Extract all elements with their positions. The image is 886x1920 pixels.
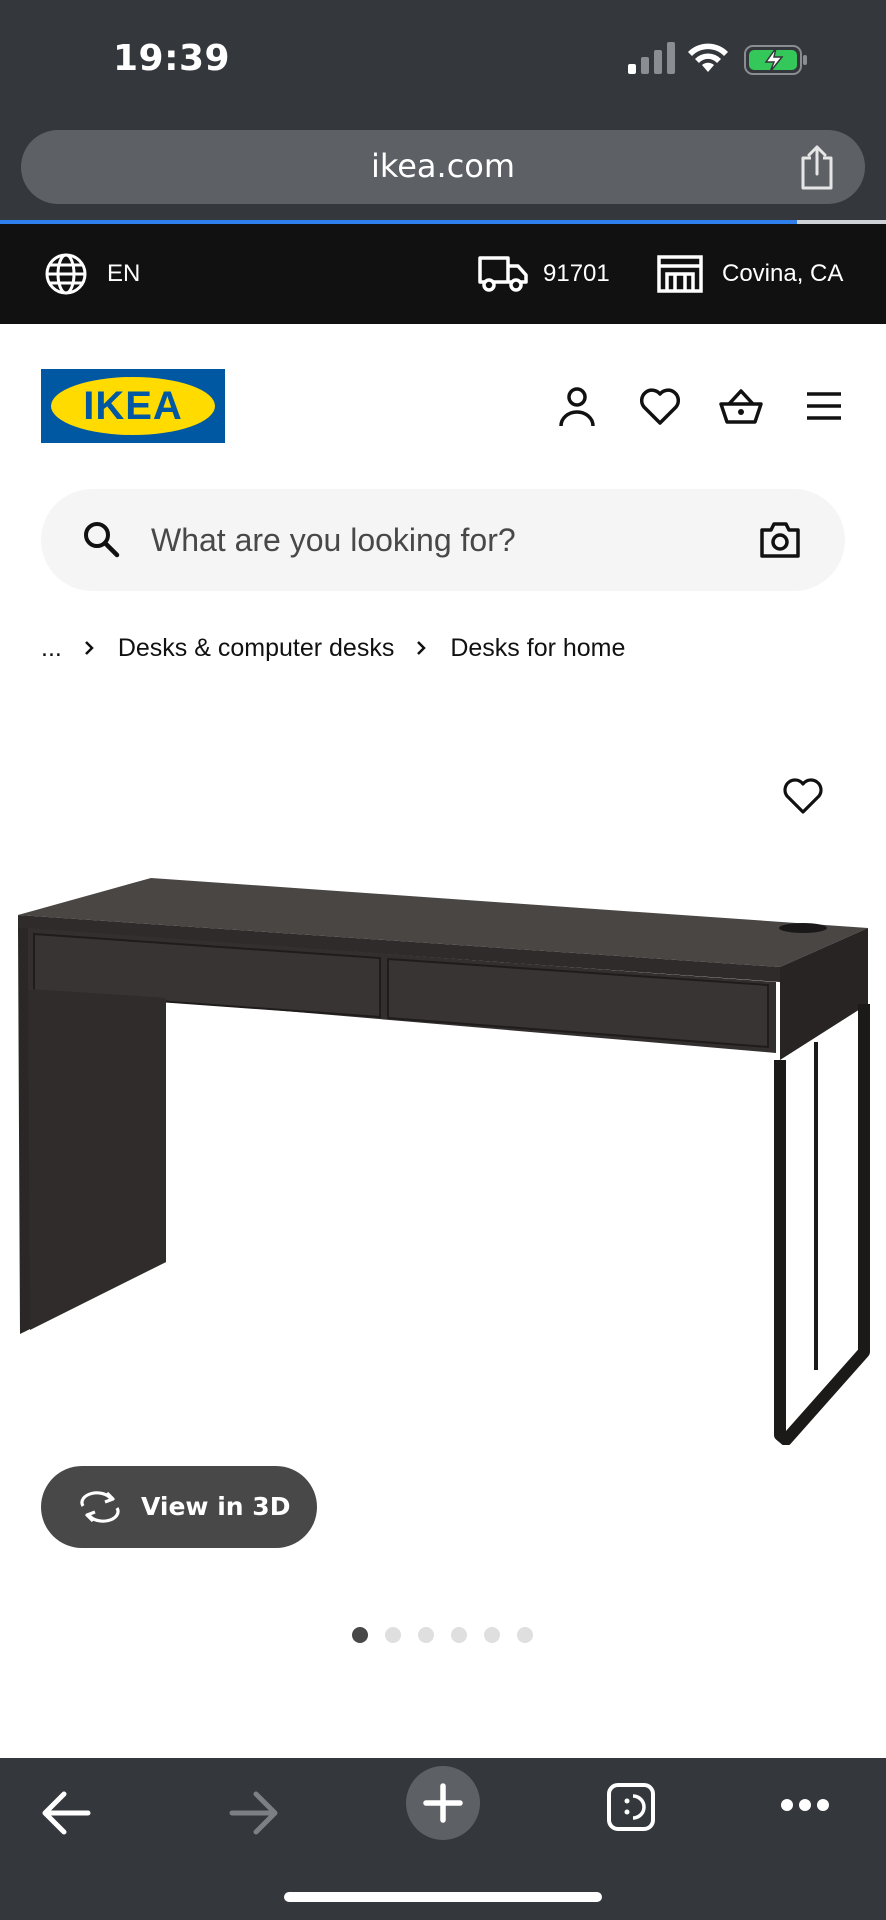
carousel-pagination: [352, 1627, 550, 1643]
carousel-dot[interactable]: [352, 1627, 368, 1643]
camera-search-icon[interactable]: [759, 521, 801, 559]
carousel-dot[interactable]: [418, 1627, 434, 1643]
globe-icon[interactable]: [44, 252, 88, 296]
search-input[interactable]: [151, 513, 711, 567]
battery-charging-icon: [744, 45, 807, 75]
heart-icon[interactable]: [638, 384, 682, 428]
view-in-3d-label: View in 3D: [141, 1492, 291, 1521]
wifi-icon: [688, 43, 728, 72]
search-icon: [84, 522, 120, 558]
chevron-right-icon: [84, 641, 94, 655]
utility-bar: EN 91701 Covina, CA: [0, 224, 886, 324]
chevron-right-icon: [417, 641, 427, 655]
cellular-signal-icon: [628, 42, 675, 74]
ikea-logo[interactable]: IKEA: [41, 369, 225, 443]
browser-chrome: 19:39 ikea.com: [0, 0, 886, 224]
view-in-3d-button[interactable]: View in 3D: [41, 1466, 317, 1548]
breadcrumb-item-desks-home[interactable]: Desks for home: [450, 634, 625, 663]
user-icon[interactable]: [555, 384, 599, 428]
breadcrumb-item-desks-computer[interactable]: Desks & computer desks: [118, 634, 395, 663]
forward-icon: [229, 1791, 278, 1835]
status-time: 19:39: [113, 38, 231, 79]
carousel-dot[interactable]: [484, 1627, 500, 1643]
delivery-truck-icon[interactable]: [478, 254, 528, 294]
back-icon[interactable]: [40, 1790, 92, 1836]
search-bar[interactable]: [41, 489, 845, 591]
favorite-heart-icon[interactable]: [782, 776, 824, 816]
more-icon[interactable]: [780, 1798, 830, 1812]
share-icon[interactable]: [797, 144, 837, 190]
logo-text: IKEA: [83, 384, 183, 428]
carousel-dot[interactable]: [385, 1627, 401, 1643]
store-location[interactable]: Covina, CA: [722, 260, 843, 288]
plus-icon: [423, 1783, 463, 1823]
url-text: ikea.com: [370, 147, 516, 185]
language-selector[interactable]: EN: [107, 260, 140, 288]
store-icon[interactable]: [657, 254, 703, 294]
basket-icon[interactable]: [719, 384, 763, 428]
product-image-desk[interactable]: [16, 870, 870, 1445]
carousel-dot[interactable]: [451, 1627, 467, 1643]
new-tab-button[interactable]: [406, 1766, 480, 1840]
address-bar[interactable]: ikea.com: [21, 130, 865, 204]
tabs-icon[interactable]: [606, 1782, 656, 1832]
menu-icon[interactable]: [802, 384, 846, 428]
breadcrumb-ellipsis[interactable]: ...: [41, 634, 62, 663]
breadcrumb: ... Desks & computer desks Desks for hom…: [41, 632, 625, 664]
zip-code[interactable]: 91701: [543, 260, 610, 288]
home-indicator[interactable]: [284, 1892, 602, 1902]
rotate-3d-icon: [80, 1491, 120, 1523]
carousel-dot[interactable]: [517, 1627, 533, 1643]
